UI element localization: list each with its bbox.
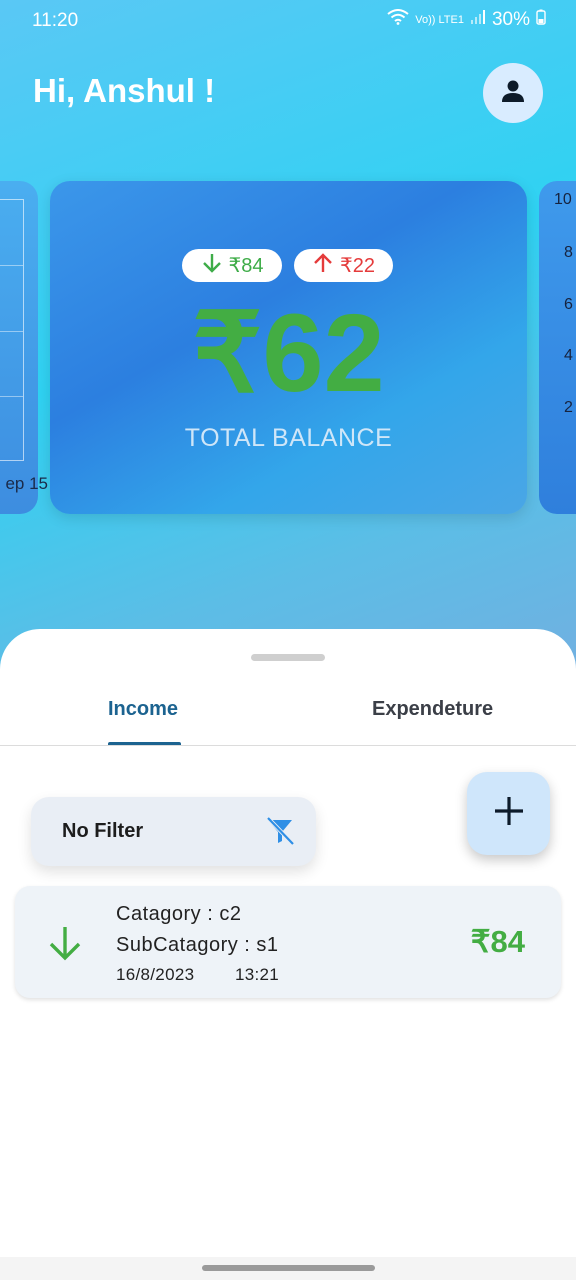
chart-card-left[interactable]: [0, 181, 38, 514]
signal-icon: [470, 9, 486, 31]
arrow-up-icon: [312, 252, 334, 280]
axis-tick: 4: [564, 347, 573, 364]
sheet-drag-handle[interactable]: [251, 654, 325, 661]
chart-frame: [0, 199, 24, 461]
tab-expenditure[interactable]: Expendeture: [372, 698, 493, 721]
entry-amount: ₹84: [470, 924, 525, 959]
income-pill-amount: ₹84: [228, 255, 264, 277]
grid-line: [0, 331, 23, 332]
total-balance-amount: ₹62: [192, 292, 385, 415]
total-balance-label: TOTAL BALANCE: [184, 424, 393, 452]
status-icons: Vo)) LTE1 30%: [387, 9, 546, 31]
expense-pill: ₹22: [294, 249, 393, 282]
chart-date-label: ep 15: [5, 474, 48, 493]
entry-category: Catagory : c2: [116, 903, 242, 925]
wifi-icon: [387, 9, 409, 31]
arrow-down-icon: [201, 252, 223, 280]
axis-tick: 2: [564, 399, 573, 416]
greeting-title: Hi, Anshul !: [33, 72, 216, 109]
axis-tick: 6: [564, 296, 573, 313]
filter-button[interactable]: No Filter: [31, 797, 316, 866]
filter-label: No Filter: [62, 820, 144, 842]
filter-off-icon: [264, 815, 296, 852]
grid-line: [0, 265, 23, 266]
plus-icon: [492, 794, 526, 833]
status-bar: 11:20 Vo)) LTE1 30%: [0, 0, 576, 44]
profile-button[interactable]: [483, 63, 543, 123]
income-pill: ₹84: [182, 249, 282, 282]
tab-divider: [0, 745, 576, 746]
axis-tick: 8: [564, 244, 573, 261]
grid-line: [0, 396, 23, 397]
list-item[interactable]: Catagory : c2 SubCatagory : s1 16/8/2023…: [15, 886, 561, 998]
home-gesture-handle[interactable]: [202, 1265, 375, 1271]
entry-date: 16/8/2023: [116, 965, 195, 984]
tab-income[interactable]: Income: [108, 698, 178, 721]
add-entry-button[interactable]: [467, 772, 550, 855]
network-label: Vo)) LTE1: [415, 13, 464, 26]
battery-icon: [536, 9, 546, 31]
axis-tick: 10: [554, 191, 572, 208]
arrow-down-icon: [46, 924, 84, 967]
expense-pill-amount: ₹22: [340, 255, 375, 277]
status-time: 11:20: [32, 10, 79, 31]
entry-subcategory: SubCatagory : s1: [116, 934, 279, 956]
person-icon: [500, 78, 526, 109]
entry-time: 13:21: [235, 965, 280, 984]
battery-level: 30%: [491, 9, 530, 30]
